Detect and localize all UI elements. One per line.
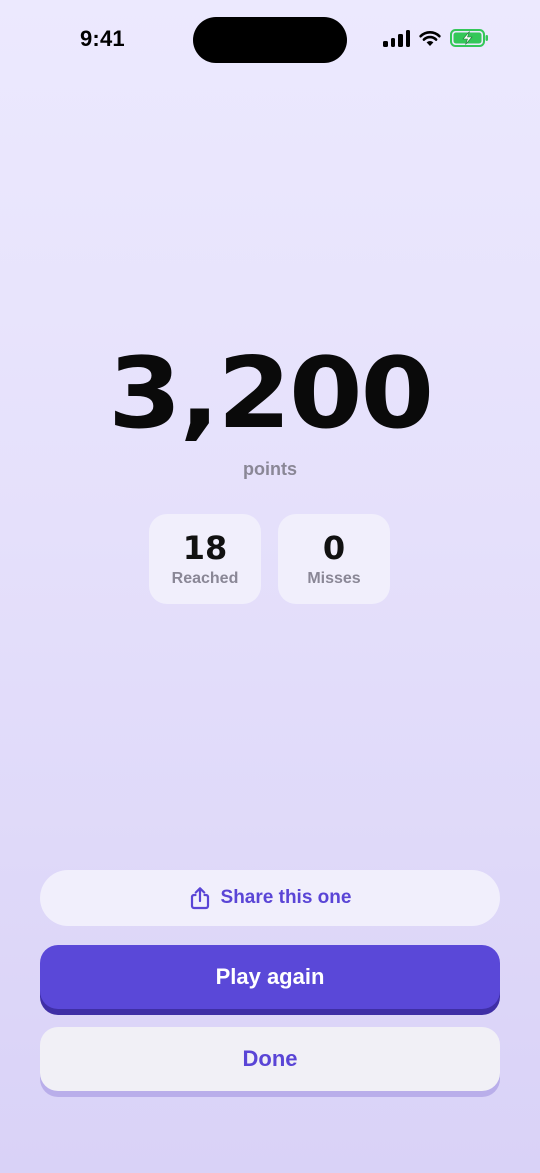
done-button[interactable]: Done [40, 1027, 500, 1091]
battery-charging-icon [450, 29, 488, 47]
score-value: 3,200 [108, 337, 434, 451]
stat-card-reached: 18 Reached [149, 514, 261, 604]
status-time: 9:41 [80, 26, 125, 51]
status-bar: 9:41 [0, 0, 540, 80]
signal-icon [383, 29, 410, 47]
stat-label: Reached [171, 570, 239, 587]
stat-value: 18 [182, 529, 228, 567]
play-again-label: Play again [215, 964, 325, 989]
wifi-icon [419, 31, 441, 46]
score-block: 3,200 [0, 345, 540, 443]
dynamic-island [193, 17, 347, 63]
share-icon [190, 887, 209, 910]
stat-label: Misses [307, 570, 361, 587]
score-label: points [243, 459, 297, 479]
done-label: Done [242, 1046, 298, 1071]
stat-card-misses: 0 Misses [278, 514, 390, 604]
status-icons [383, 28, 490, 48]
share-button-label: Share this one [220, 887, 352, 908]
play-again-button[interactable]: Play again [40, 945, 500, 1009]
share-button[interactable]: Share this one [40, 870, 500, 926]
stats-row: 18 Reached 0 Misses [149, 514, 390, 604]
stat-value: 0 [322, 529, 346, 567]
